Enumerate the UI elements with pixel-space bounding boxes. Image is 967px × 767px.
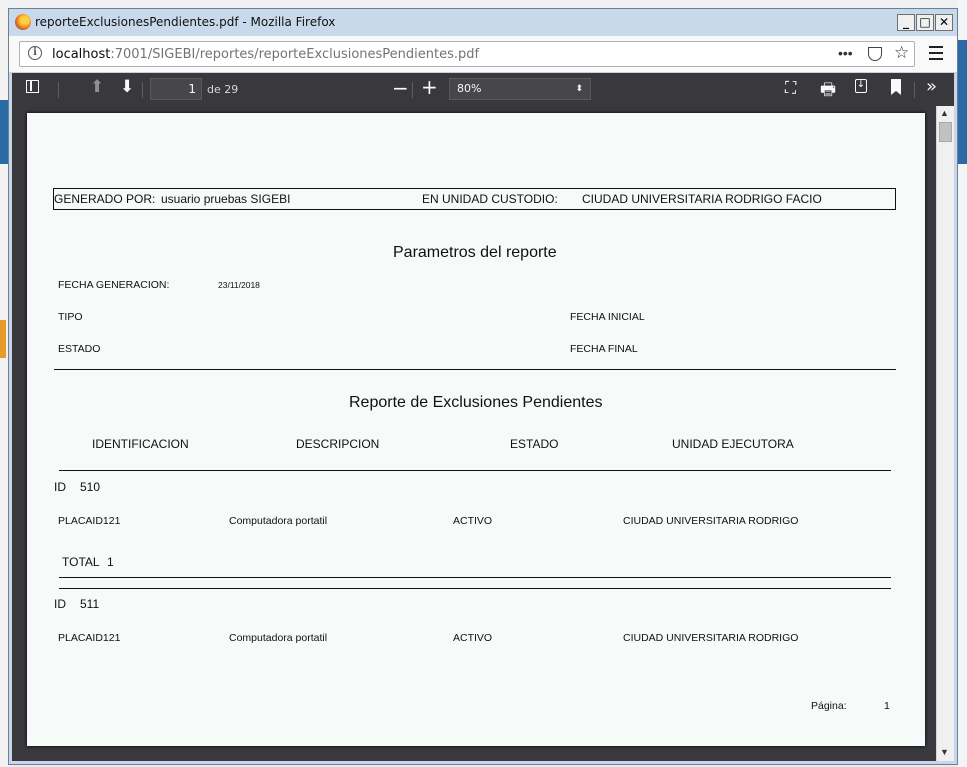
minimize-button[interactable]: _: [897, 14, 915, 31]
next-page-icon[interactable]: ⬇: [120, 77, 134, 97]
unit-value: CIUDAD UNIVERSITARIA RODRIGO FACIO: [582, 192, 822, 206]
bookmark-star-icon[interactable]: ☆: [894, 43, 909, 63]
group-id-label: ID: [54, 597, 66, 611]
title-bar[interactable]: reporteExclusionesPendientes.pdf - Mozil…: [9, 9, 957, 36]
group-total-label: TOTAL: [62, 555, 100, 569]
row-cell-descripcion: Computadora portatil: [229, 632, 328, 644]
unit-label: EN UNIDAD CUSTODIO:: [422, 192, 558, 206]
row-cell-descripcion: Computadora portatil: [229, 515, 328, 527]
firefox-icon: [15, 14, 31, 30]
previous-page-icon[interactable]: ⬆: [90, 77, 104, 97]
tools-menu-icon[interactable]: »: [926, 76, 937, 97]
page-actions-menu-icon[interactable]: •••: [838, 45, 853, 61]
page-footer-label: Página:: [811, 700, 847, 712]
pdf-page: GENERADO POR: usuario pruebas SIGEBI EN …: [27, 113, 925, 746]
divider: [54, 369, 896, 370]
row-cell-estado: ACTIVO: [453, 632, 493, 644]
group-id-value: 510: [80, 480, 101, 494]
divider: [59, 577, 891, 578]
parameters-title: Parametros del reporte: [393, 244, 557, 261]
sidebar-toggle-icon[interactable]: [26, 80, 39, 93]
url-bar[interactable]: i localhost:7001/SIGEBI/reportes/reporte…: [19, 41, 915, 67]
row-cell-unidad: CIUDAD UNIVERSITARIA RODRIGO: [623, 515, 799, 527]
pdf-toolbar: ⬆ ⬇ 1 de 29 − + 80% ⬍ ⛶ 🖶 ↓ »: [12, 73, 954, 106]
presentation-mode-icon[interactable]: ⛶: [785, 78, 796, 98]
zoom-select[interactable]: 80% ⬍: [449, 78, 591, 100]
scroll-down-icon[interactable]: ▼: [940, 747, 949, 757]
column-header-unidad-ejecutora: UNIDAD EJECUTORA: [672, 437, 794, 451]
vertical-scrollbar[interactable]: ▲ ▼: [936, 106, 954, 761]
page-count-label: de 29: [207, 83, 239, 96]
download-icon[interactable]: ↓: [855, 79, 867, 93]
bookmark-icon[interactable]: [891, 79, 901, 95]
group-id-label: ID: [54, 480, 66, 494]
fecha-generacion-label: FECHA GENERACION:: [58, 279, 170, 291]
page-footer-value: 1: [884, 700, 890, 712]
fecha-inicial-label: FECHA INICIAL: [570, 311, 645, 323]
zoom-in-icon[interactable]: +: [421, 75, 438, 99]
zoom-out-icon[interactable]: −: [392, 76, 409, 100]
fecha-generacion-value: 23/11/2018: [218, 280, 260, 290]
column-header-descripcion: DESCRIPCION: [296, 437, 380, 451]
generated-by-label: GENERADO POR:: [54, 192, 156, 206]
divider: [59, 588, 891, 589]
scroll-up-icon[interactable]: ▲: [940, 108, 949, 118]
navigation-bar: i localhost:7001/SIGEBI/reportes/reporte…: [9, 36, 957, 73]
generated-by-value: usuario pruebas SIGEBI: [161, 192, 291, 206]
tipo-label: TIPO: [58, 311, 83, 323]
report-title: Reporte de Exclusiones Pendientes: [349, 394, 603, 411]
site-info-icon[interactable]: i: [28, 46, 42, 60]
fecha-final-label: FECHA FINAL: [570, 343, 638, 355]
group-total-value: 1: [107, 555, 114, 569]
close-button[interactable]: ✕: [935, 14, 953, 31]
row-cell-identificacion: PLACAID121: [58, 632, 121, 644]
pocket-icon[interactable]: [868, 47, 882, 61]
column-header-identificacion: IDENTIFICACION: [92, 437, 189, 451]
window-title: reporteExclusionesPendientes.pdf - Mozil…: [35, 15, 336, 29]
zoom-value: 80%: [457, 82, 482, 95]
background-app-right: [957, 0, 967, 767]
group-id-value: 511: [80, 597, 100, 611]
url-text[interactable]: localhost:7001/SIGEBI/reportes/reporteEx…: [52, 47, 479, 62]
row-cell-identificacion: PLACAID121: [58, 515, 121, 527]
print-icon[interactable]: 🖶: [820, 77, 836, 106]
firefox-window: reporteExclusionesPendientes.pdf - Mozil…: [8, 8, 958, 765]
select-arrows-icon: ⬍: [575, 84, 583, 94]
page-number-input[interactable]: 1: [150, 78, 202, 100]
hamburger-menu-icon[interactable]: [929, 46, 943, 64]
column-header-estado: ESTADO: [510, 437, 559, 451]
maximize-button[interactable]: □: [916, 14, 934, 31]
scrollbar-thumb[interactable]: [939, 122, 952, 142]
desktop-background: [0, 0, 967, 8]
estado-label: ESTADO: [58, 343, 101, 355]
row-cell-estado: ACTIVO: [453, 515, 493, 527]
divider: [59, 470, 891, 471]
row-cell-unidad: CIUDAD UNIVERSITARIA RODRIGO: [623, 632, 799, 644]
